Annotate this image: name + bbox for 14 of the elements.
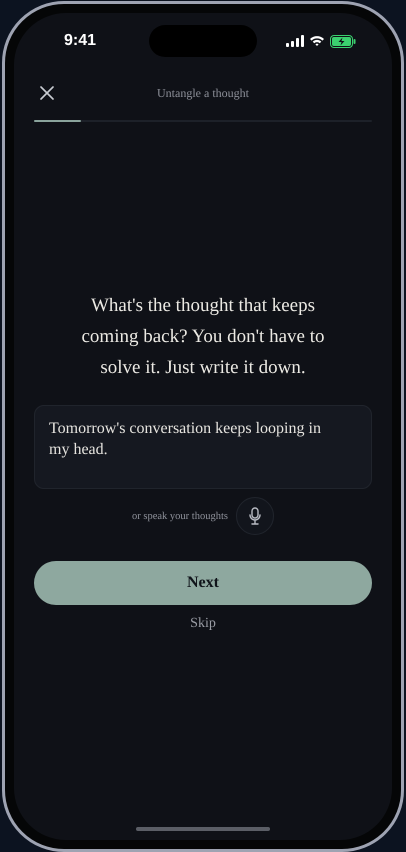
microphone-button[interactable] (236, 497, 274, 535)
thought-input-field[interactable]: Tomorrow's conversation keeps looping in my head. (34, 405, 372, 489)
next-button[interactable]: Next (34, 561, 372, 605)
close-button[interactable] (38, 84, 56, 102)
prompt-text: What's the thought that keeps coming back? You don't have to solve it. Just write it down. (80, 294, 326, 380)
voice-hint: or speak your thoughts (132, 510, 228, 522)
close-icon (40, 86, 54, 100)
skip-link[interactable]: Skip (186, 614, 220, 634)
battery-icon (330, 34, 356, 48)
screen-title: Untangle a thought (157, 86, 249, 100)
signal-icon (286, 35, 304, 47)
wifi-icon (309, 35, 325, 47)
status-time: 9:41 (62, 32, 98, 50)
microphone-icon (248, 507, 261, 525)
